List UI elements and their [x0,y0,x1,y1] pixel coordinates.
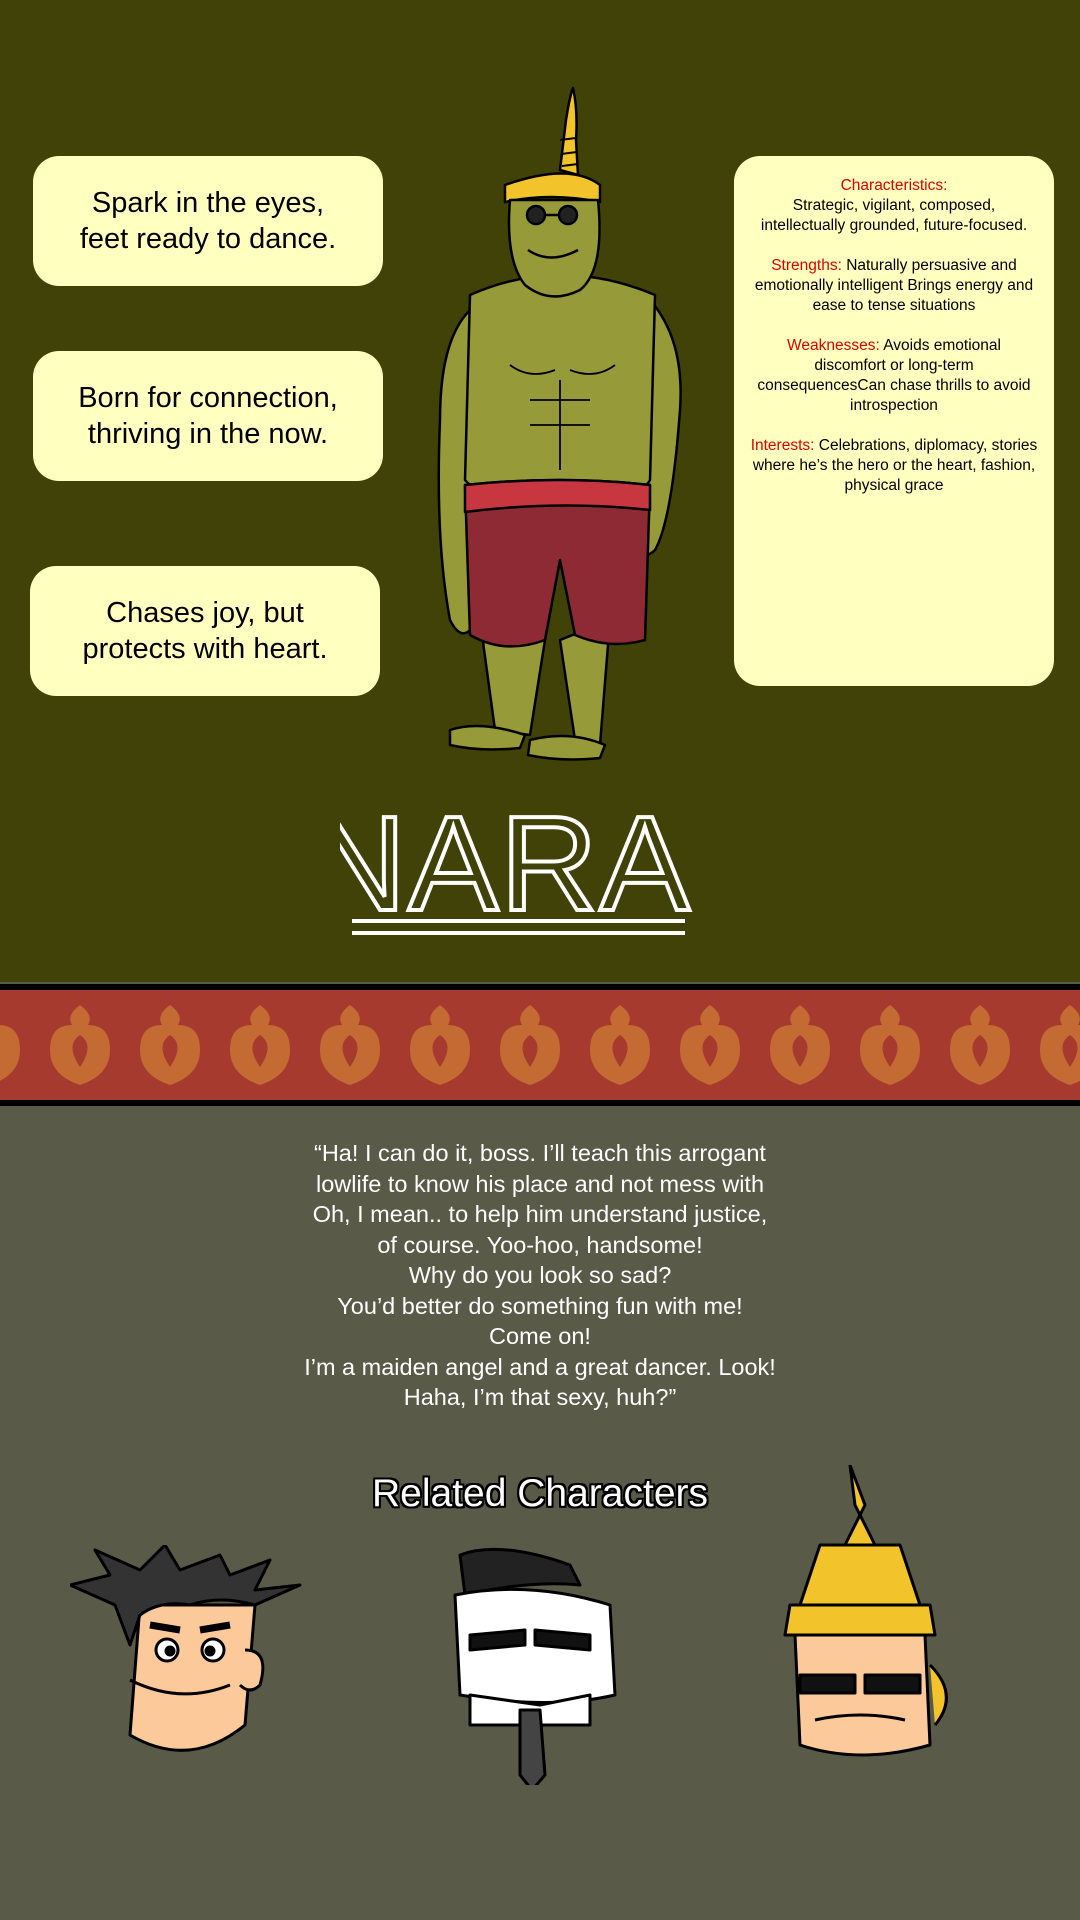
info-card: Characteristics: Strategic, vigilant, co… [734,156,1054,686]
strengths-label: Strengths: [771,257,842,274]
trait-bubble-2: Born for connection, thriving in the now… [33,351,383,481]
characteristics-block: Characteristics: Strategic, vigilant, co… [734,176,1054,236]
decorative-banner [0,990,1080,1100]
flame-motif-icon [0,1005,1080,1085]
portrait-sunglasses-pompadour [453,1547,617,1785]
character-name: NARAI [340,786,700,940]
trait-bubble-1: Spark in the eyes, feet ready to dance. [33,156,383,286]
character-quote: “Ha! I can do it, boss. I’ll teach this … [304,1140,776,1410]
characteristics-label: Characteristics: [840,177,948,194]
strengths-block: Strengths: Naturally persuasive and emot… [734,256,1054,316]
name-text: NARAI [340,788,700,939]
weaknesses-label: Weaknesses: [787,337,880,354]
trait-bubble-3: Chases joy, but protects with heart. [30,566,380,696]
weaknesses-block: Weaknesses: Avoids emotional discomfort … [734,336,1054,416]
interests-label: Interests: [750,437,815,454]
interests-block: Interests: Celebrations, diplomacy, stor… [734,436,1054,496]
portrait-golden-crown [783,1465,948,1757]
banner-bottom-line [0,1100,1080,1106]
characteristics-text: Strategic, vigilant, composed, intellect… [760,197,1028,234]
portrait-spiky-hair [70,1545,302,1752]
character-illustration [437,86,682,761]
